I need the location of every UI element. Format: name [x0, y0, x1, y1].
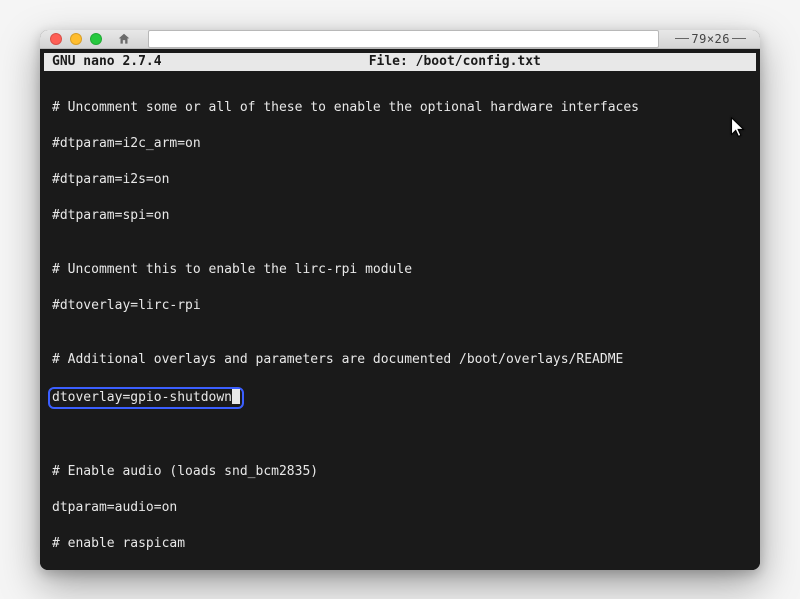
highlighted-text: dtoverlay=gpio-shutdown — [52, 390, 232, 405]
text-cursor — [232, 389, 240, 404]
editor-line: #dtparam=i2c_arm=on — [52, 135, 748, 153]
editor-line: dtparam=audio=on — [52, 499, 748, 517]
editor-line: # Enable audio (loads snd_bcm2835) — [52, 463, 748, 481]
traffic-lights — [50, 33, 102, 45]
editor-content[interactable]: # Uncomment some or all of these to enab… — [44, 71, 756, 570]
minimize-button[interactable] — [70, 33, 82, 45]
editor-line: #dtparam=spi=on — [52, 207, 748, 225]
editor-line: dtoverlay=gpio-shutdown — [52, 387, 748, 409]
dimension-line-icon — [732, 38, 746, 39]
editor-line: # Additional overlays and parameters are… — [52, 351, 748, 369]
window-titlebar: 79×26 — [40, 30, 760, 49]
zoom-button[interactable] — [90, 33, 102, 45]
window-dimensions: 79×26 — [675, 32, 750, 46]
nano-header: GNU nano 2.7.4 File: /boot/config.txt — [44, 53, 756, 71]
terminal-window: 79×26 GNU nano 2.7.4 File: /boot/config.… — [40, 30, 760, 570]
nano-file-label: File: /boot/config.txt — [162, 53, 748, 71]
editor-line: # Uncomment some or all of these to enab… — [52, 99, 748, 117]
dimensions-text: 79×26 — [691, 32, 730, 46]
nano-version: GNU nano 2.7.4 — [52, 53, 162, 71]
dimension-line-icon — [675, 38, 689, 39]
editor-line: # Uncomment this to enable the lirc-rpi … — [52, 261, 748, 279]
address-input[interactable] — [148, 30, 659, 48]
home-icon — [116, 31, 132, 47]
terminal-body[interactable]: GNU nano 2.7.4 File: /boot/config.txt # … — [40, 49, 760, 570]
editor-line: # enable raspicam — [52, 535, 748, 553]
highlighted-line: dtoverlay=gpio-shutdown — [48, 387, 244, 409]
editor-line: #dtoverlay=lirc-rpi — [52, 297, 748, 315]
editor-line: #dtparam=i2s=on — [52, 171, 748, 189]
close-button[interactable] — [50, 33, 62, 45]
